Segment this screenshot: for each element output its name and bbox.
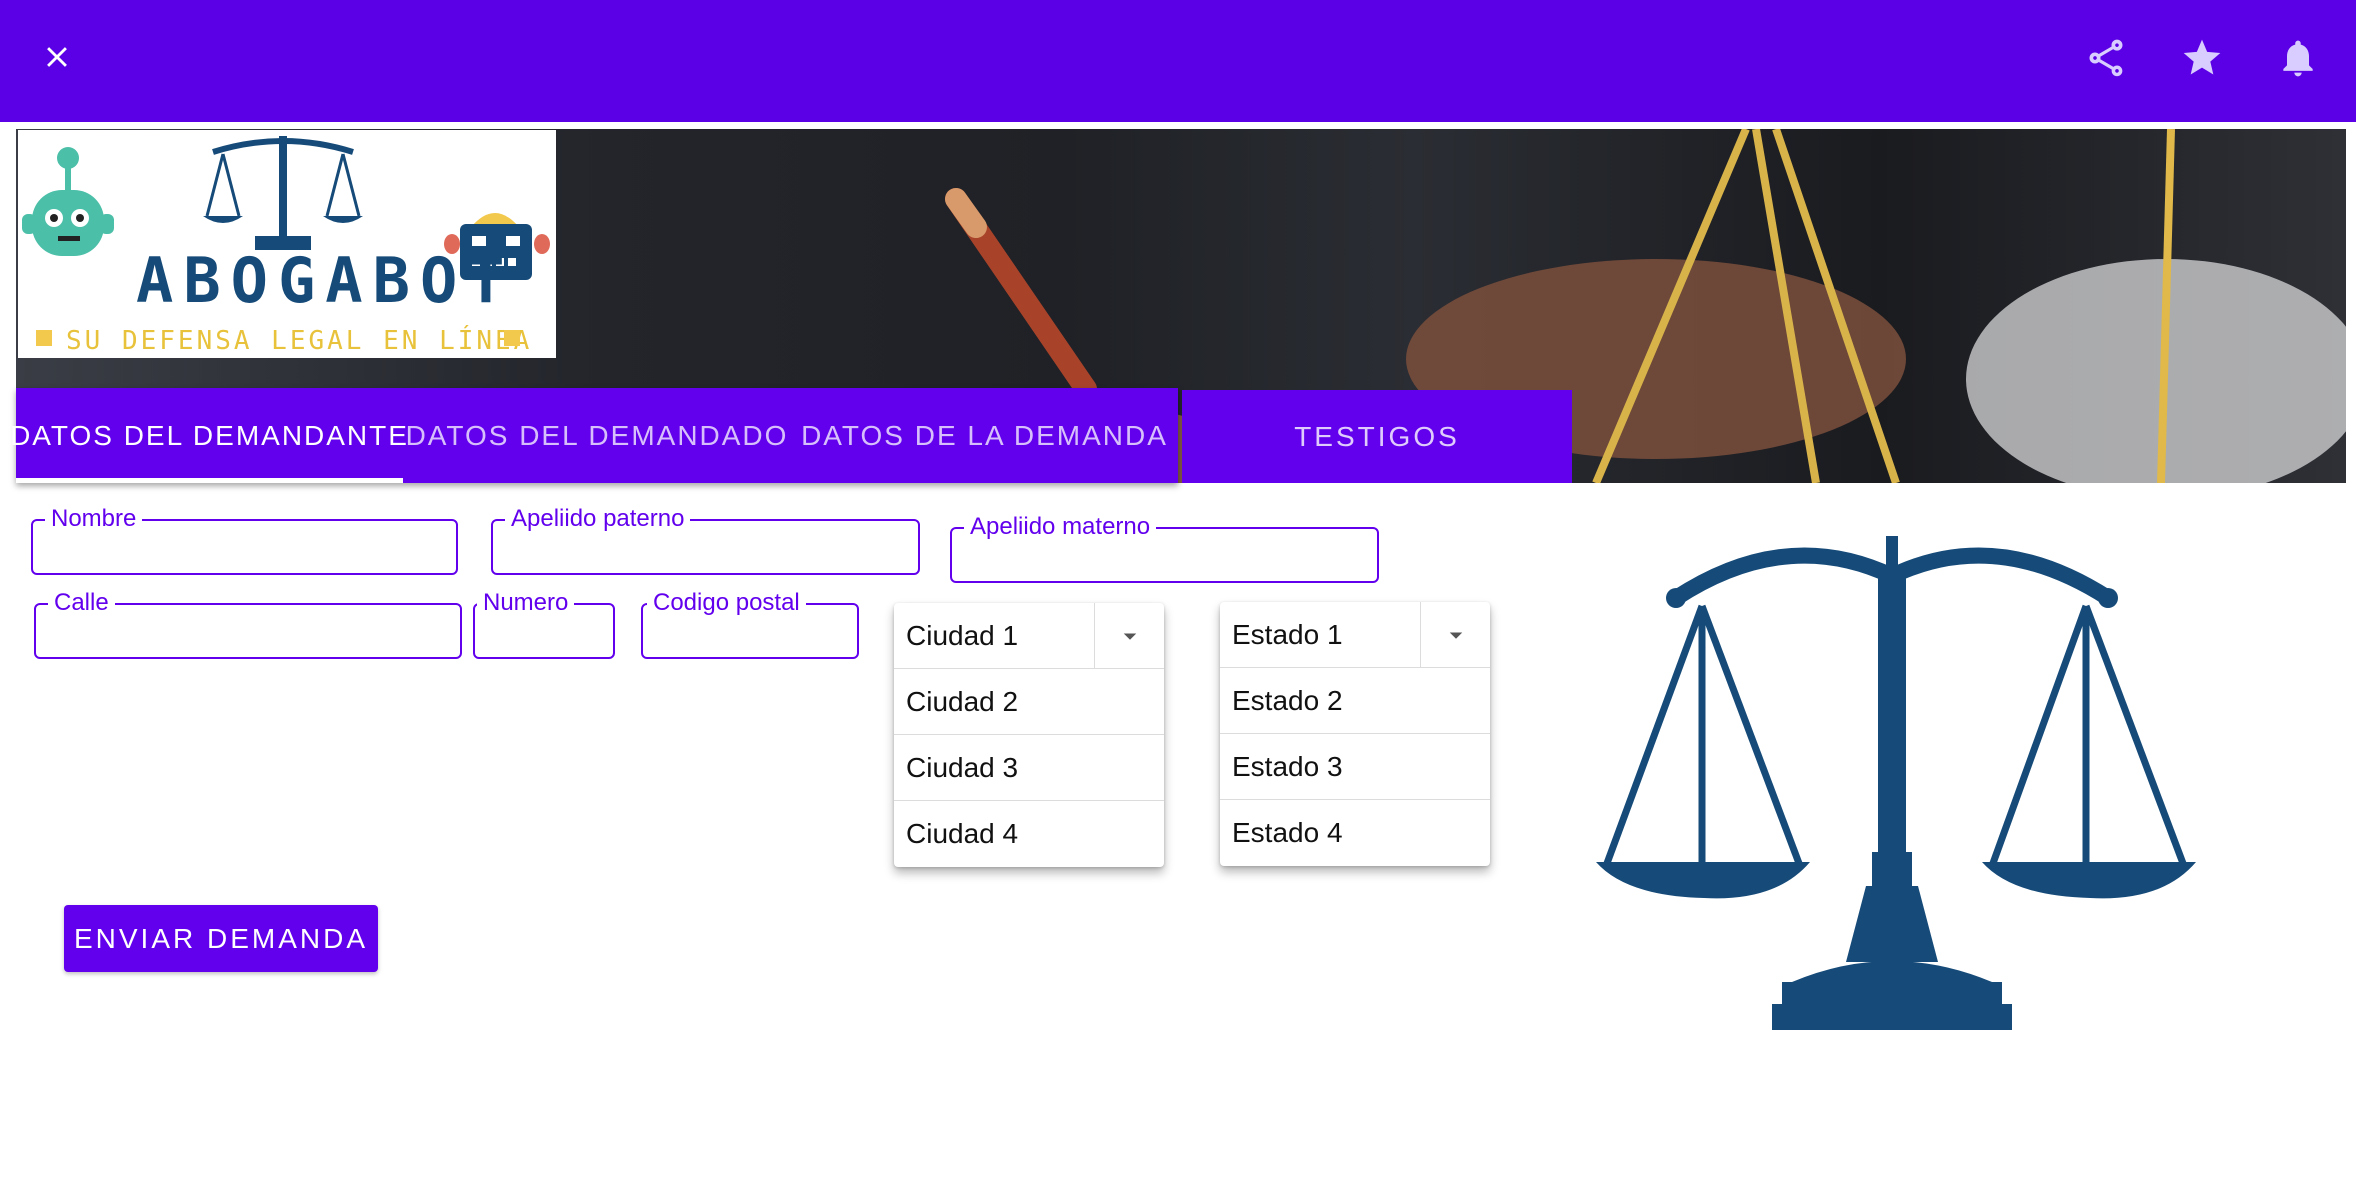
tab-bar: DATOS DEL DEMANDANTE DATOS DEL DEMANDADO…: [10, 388, 1178, 483]
estado-dropdown-toggle[interactable]: [1420, 602, 1490, 668]
ciudad-selected-label: Ciudad 1: [906, 619, 1019, 651]
logo-bullet-right: [504, 330, 520, 346]
logo-bullet-left: [36, 330, 52, 346]
estado-selected-label: Estado 1: [1232, 618, 1343, 650]
bell-icon: [2283, 40, 2313, 77]
nombre-input[interactable]: [33, 521, 456, 573]
estado-option-label: Estado 3: [1232, 750, 1343, 782]
codigo-postal-input[interactable]: [643, 605, 857, 657]
enviar-demanda-button[interactable]: ENVIAR DEMANDA: [64, 905, 378, 972]
scales-logo-icon: [203, 136, 363, 250]
arrow-drop-down-icon: [1449, 632, 1462, 639]
close-icon: [47, 47, 67, 67]
nombre-field[interactable]: Nombre: [31, 506, 458, 575]
logo-subtitle: SU DEFENSA LEGAL EN LÍNEA: [66, 326, 533, 356]
codigo-postal-field[interactable]: Codigo postal: [641, 590, 859, 659]
tab-label: DATOS DEL DEMANDANTE: [10, 419, 409, 451]
apellido-paterno-input[interactable]: [493, 521, 918, 573]
estado-option[interactable]: Estado 4: [1220, 800, 1490, 866]
apellido-paterno-field[interactable]: Apeliido paterno: [491, 506, 920, 575]
tab-label: DATOS DE LA DEMANDA: [801, 419, 1168, 451]
ciudad-selected[interactable]: Ciudad 1: [894, 603, 1164, 669]
estado-option-label: Estado 2: [1232, 684, 1343, 716]
share-button[interactable]: [2078, 30, 2134, 86]
star-icon: [2183, 39, 2221, 75]
tab-datos-demandante[interactable]: DATOS DEL DEMANDANTE: [10, 388, 407, 483]
arrow-drop-down-icon: [1123, 633, 1136, 640]
estado-option-label: Estado 4: [1232, 817, 1343, 848]
calle-input[interactable]: [36, 605, 460, 657]
calle-field[interactable]: Calle: [34, 590, 462, 659]
estado-option[interactable]: Estado 2: [1220, 668, 1490, 734]
logo-title: ABOGABOT: [136, 244, 515, 317]
ciudad-option[interactable]: Ciudad 2: [894, 669, 1164, 735]
estado-dropdown[interactable]: Estado 1 Estado 2 Estado 3 Estado 4: [1220, 602, 1490, 866]
tab-datos-demandado[interactable]: DATOS DEL DEMANDADO: [403, 388, 791, 483]
apellido-materno-input[interactable]: [952, 529, 1377, 581]
ciudad-option-label: Ciudad 2: [906, 685, 1019, 717]
tab-testigos[interactable]: TESTIGOS: [1182, 390, 1572, 483]
ciudad-option-label: Ciudad 4: [906, 818, 1019, 849]
robot-left-icon: [22, 147, 114, 256]
ciudad-dropdown[interactable]: Ciudad 1 Ciudad 2 Ciudad 3 Ciudad 4: [894, 603, 1164, 867]
estado-selected[interactable]: Estado 1: [1220, 602, 1490, 668]
tab-label: TESTIGOS: [1294, 420, 1460, 452]
numero-field[interactable]: Numero: [473, 590, 615, 659]
tab-datos-demanda[interactable]: DATOS DE LA DEMANDA: [791, 388, 1178, 483]
scales-of-justice-icon: [1596, 536, 2196, 1030]
abogabot-logo: ABOGABOT SU DEFENSA LEGAL EN LÍNEA: [18, 130, 556, 358]
numero-input[interactable]: [475, 605, 613, 657]
favorite-button[interactable]: [2174, 30, 2230, 86]
apellido-materno-field[interactable]: Apeliido materno: [950, 514, 1379, 583]
ciudad-option[interactable]: Ciudad 3: [894, 735, 1164, 801]
estado-option[interactable]: Estado 3: [1220, 734, 1490, 800]
enviar-demanda-label: ENVIAR DEMANDA: [73, 922, 369, 954]
ciudad-option-label: Ciudad 3: [906, 751, 1019, 783]
tab-active-indicator: [16, 478, 403, 483]
share-icon: [2089, 39, 2123, 77]
tab-label: DATOS DEL DEMANDADO: [405, 419, 789, 451]
app-bar: [0, 0, 2356, 122]
close-button[interactable]: [30, 30, 84, 84]
notifications-button[interactable]: [2270, 30, 2326, 86]
ciudad-dropdown-toggle[interactable]: [1094, 603, 1164, 669]
ciudad-option[interactable]: Ciudad 4: [894, 801, 1164, 867]
